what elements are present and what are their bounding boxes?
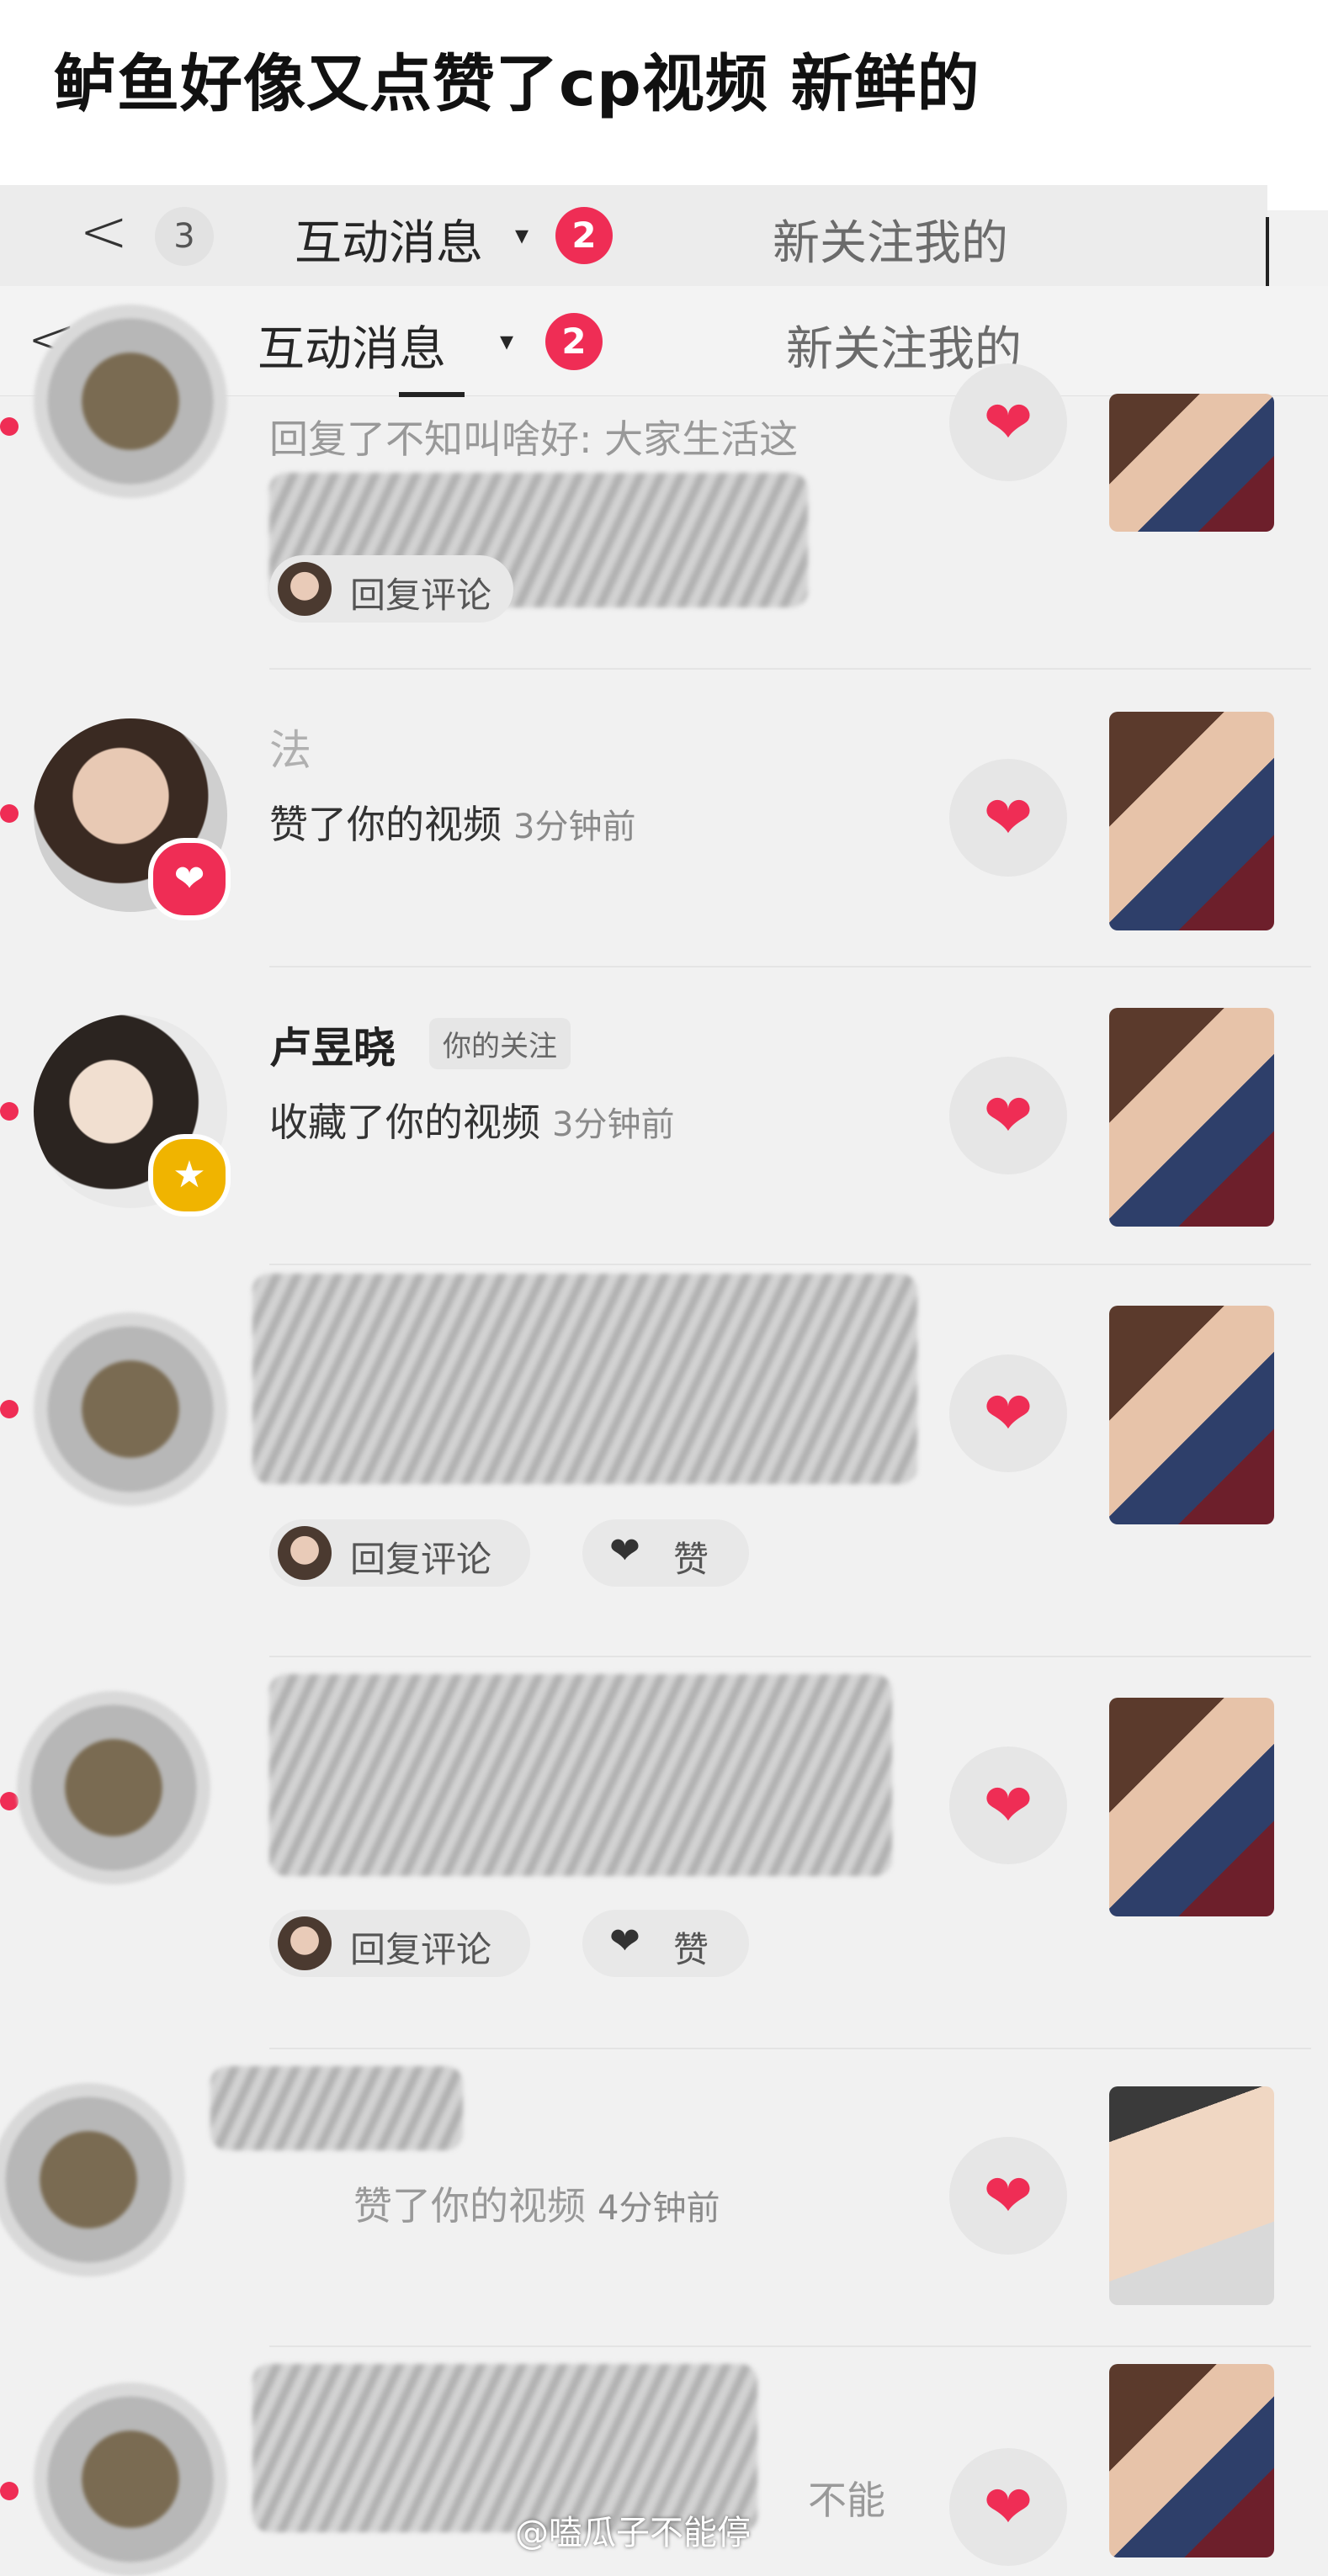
heart-icon: ❤ <box>609 1529 640 1572</box>
video-thumbnail[interactable] <box>1109 2364 1274 2557</box>
heart-icon[interactable]: ❤ <box>949 1354 1067 1472</box>
unread-count: 3 <box>155 207 214 266</box>
heart-icon[interactable]: ❤ <box>949 1746 1067 1864</box>
video-thumbnail[interactable] <box>1109 1008 1274 1227</box>
notification-action: 回复了不知叫啥好: 大家生活这 <box>269 416 799 462</box>
reply-label: 回复评论 <box>350 575 492 616</box>
timestamp: 3分钟前 <box>552 1105 675 1144</box>
heart-icon: ❤ <box>609 1920 640 1963</box>
caret-down-icon[interactable]: ▾ <box>515 219 529 251</box>
list-item[interactable]: ❤ 法 赞了你的视频 3分钟前 ❤ <box>0 670 1328 966</box>
action-text: 收藏了你的视频 <box>269 1100 540 1145</box>
unread-dot <box>0 417 19 436</box>
unread-dot <box>0 804 19 823</box>
caret-down-icon[interactable]: ▾ <box>500 325 513 357</box>
unread-dot <box>0 1792 19 1810</box>
video-thumbnail[interactable] <box>1109 712 1274 930</box>
heart-icon[interactable]: ❤ <box>949 1057 1067 1174</box>
timestamp: 4分钟前 <box>598 2189 720 2228</box>
reply-comment-button[interactable]: 回复评论 <box>269 1910 530 1977</box>
star-badge-icon: ★ <box>148 1134 231 1216</box>
user-name[interactable]: 卢昱晓 <box>269 1015 396 1075</box>
tab-badge: 2 <box>545 313 603 370</box>
reply-label: 回复评论 <box>350 1929 492 1970</box>
redacted-content <box>210 2066 463 2150</box>
notification-action: 赞了你的视频 3分钟前 <box>269 794 635 850</box>
user-name[interactable]: 法 <box>269 717 311 777</box>
reply-comment-button[interactable]: 回复评论 <box>269 1519 530 1587</box>
heart-icon[interactable]: ❤ <box>949 2137 1067 2255</box>
like-comment-button[interactable]: ❤ 赞 <box>582 1910 749 1977</box>
unread-dot <box>0 1400 19 1418</box>
caption-area: 鲈鱼好像又点赞了cp视频 新鲜的 <box>0 0 1328 210</box>
action-text: 赞了你的视频 <box>269 802 502 847</box>
heart-icon[interactable]: ❤ <box>949 759 1067 877</box>
avatar[interactable] <box>0 2083 185 2277</box>
avatar[interactable] <box>17 1691 210 1884</box>
post-caption: 鲈鱼好像又点赞了cp视频 新鲜的 <box>54 48 980 120</box>
screenshot-edge <box>1266 217 1269 286</box>
unread-dot <box>0 2482 19 2500</box>
list-item[interactable]: ★ 卢昱晓 你的关注 收藏了你的视频 3分钟前 ❤ <box>0 967 1328 1264</box>
heart-icon[interactable]: ❤ <box>949 2448 1067 2566</box>
tab-new-followers[interactable]: 新关注我的 <box>773 205 1008 273</box>
like-comment-button[interactable]: ❤ 赞 <box>582 1519 749 1587</box>
mini-avatar <box>278 1916 332 1970</box>
tab-badge: 2 <box>555 207 613 264</box>
avatar[interactable] <box>34 1312 227 1506</box>
mini-avatar <box>278 562 332 616</box>
following-tag: 你的关注 <box>429 1018 571 1069</box>
list-item[interactable]: 回复评论 ❤ 赞 ❤ <box>0 1265 1328 1654</box>
timestamp: 3分钟前 <box>513 808 636 846</box>
video-thumbnail[interactable] <box>1109 1698 1274 1916</box>
redacted-content <box>252 1274 917 1484</box>
action-text: 赞了你的视频 <box>353 2183 586 2229</box>
avatar[interactable] <box>34 2383 227 2576</box>
avatar[interactable] <box>34 305 227 498</box>
like-label: 赞 <box>673 1929 709 1970</box>
back-arrow-icon[interactable]: < <box>79 197 129 266</box>
notification-action: 收藏了你的视频 3分钟前 <box>269 1092 674 1148</box>
list-item[interactable]: 回复了不知叫啥好: 大家生活这 回复评论 ❤ <box>0 305 1328 666</box>
notification-list: 回复了不知叫啥好: 大家生活这 回复评论 ❤ ❤ 法 赞了你的视频 3分钟前 ❤ … <box>0 305 1328 2576</box>
notification-action: 不能 <box>808 2478 885 2523</box>
like-label: 赞 <box>673 1539 709 1580</box>
list-item[interactable]: 赞了你的视频 4分钟前 ❤ <box>0 2049 1328 2345</box>
reply-comment-button[interactable]: 回复评论 <box>269 555 513 623</box>
reply-label: 回复评论 <box>350 1539 492 1580</box>
video-thumbnail[interactable] <box>1109 2086 1274 2305</box>
list-item[interactable]: 回复评论 ❤ 赞 ❤ <box>0 1657 1328 2046</box>
mini-avatar <box>278 1526 332 1580</box>
duplicate-header-strip: < 3 互动消息 ▾ 2 新关注我的 <box>0 185 1267 286</box>
redacted-content <box>269 1674 892 1876</box>
tab-interactions[interactable]: 互动消息 <box>295 205 483 273</box>
heart-badge-icon: ❤ <box>148 838 231 920</box>
heart-icon[interactable]: ❤ <box>949 363 1067 481</box>
video-thumbnail[interactable] <box>1109 1306 1274 1524</box>
notification-action: 赞了你的视频 4分钟前 <box>353 2176 720 2231</box>
unread-dot <box>0 1102 19 1121</box>
tab-interactions[interactable]: 互动消息 <box>258 311 446 379</box>
video-thumbnail[interactable] <box>1109 394 1274 532</box>
watermark: @嗑瓜子不能停 <box>515 2514 751 2552</box>
